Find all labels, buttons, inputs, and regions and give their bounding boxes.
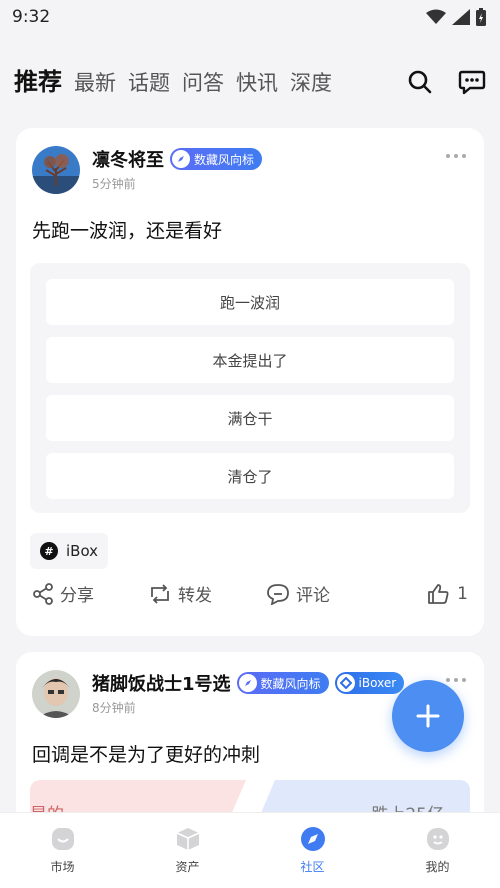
user-badge: 数藏风向标 bbox=[170, 148, 263, 170]
user-name[interactable]: 凛冬将至 bbox=[92, 146, 164, 172]
post-card[interactable]: 凛冬将至 数藏风向标 5分钟前 先跑一波润，还是看好 跑一波润 本金提出了 满仓… bbox=[16, 128, 484, 636]
compass-icon bbox=[238, 674, 257, 692]
compass-icon bbox=[300, 827, 325, 851]
avatar[interactable] bbox=[32, 670, 80, 718]
badge-label: 数藏风向标 bbox=[194, 152, 255, 167]
poll-option[interactable]: 满仓干 bbox=[46, 395, 454, 441]
compass-icon bbox=[172, 150, 190, 168]
ibox-logo-icon bbox=[336, 674, 355, 692]
repost-label: 转发 bbox=[178, 586, 212, 606]
avatar[interactable] bbox=[32, 146, 80, 194]
hashtag-icon: # bbox=[40, 542, 58, 560]
tab-recommend[interactable]: 推荐 bbox=[14, 70, 62, 94]
tab-topics[interactable]: 话题 bbox=[128, 73, 170, 94]
poll-option[interactable]: 清仓了 bbox=[46, 453, 454, 499]
post-header: 凛冬将至 数藏风向标 5分钟前 bbox=[16, 128, 484, 194]
share-label: 分享 bbox=[60, 586, 94, 606]
repost-icon bbox=[151, 583, 169, 604]
nav-community[interactable]: 社区 bbox=[250, 813, 375, 888]
tab-flash[interactable]: 快讯 bbox=[236, 73, 278, 94]
share-icon bbox=[33, 582, 53, 605]
comment-label: 评论 bbox=[296, 586, 330, 606]
more-icon[interactable] bbox=[446, 154, 466, 158]
messages-button[interactable] bbox=[458, 68, 486, 96]
share-button[interactable]: 分享 bbox=[32, 581, 94, 606]
user-meta: 猪脚饭战士1号选 数藏风向标 iBoxer 8分钟前 bbox=[92, 670, 405, 716]
battery-icon bbox=[476, 8, 486, 26]
post-time: 5分钟前 bbox=[92, 177, 136, 191]
status-time: 9:32 bbox=[12, 7, 51, 27]
search-button[interactable] bbox=[406, 68, 434, 96]
tab-qa[interactable]: 问答 bbox=[182, 73, 224, 94]
tab-depth[interactable]: 深度 bbox=[290, 73, 332, 94]
more-icon[interactable] bbox=[446, 678, 466, 682]
comment-icon bbox=[267, 583, 289, 605]
user-name[interactable]: 猪脚饭战士1号选 bbox=[92, 670, 231, 696]
nav-assets[interactable]: 资产 bbox=[125, 813, 250, 888]
search-icon bbox=[408, 70, 432, 94]
topic-tag[interactable]: # iBox bbox=[30, 533, 109, 569]
feed-tabs: 推荐 最新 话题 问答 快讯 深度 bbox=[14, 70, 406, 94]
nav-actions bbox=[406, 68, 486, 96]
like-count: 1 bbox=[457, 583, 468, 604]
status-icons bbox=[426, 8, 486, 26]
chat-bubble-icon bbox=[458, 70, 486, 95]
wifi-icon bbox=[426, 9, 446, 24]
profile-face-icon bbox=[426, 828, 449, 850]
top-nav: 推荐 最新 话题 问答 快讯 深度 bbox=[0, 34, 500, 130]
tab-latest[interactable]: 最新 bbox=[74, 73, 116, 94]
poll-option[interactable]: 本金提出了 bbox=[46, 337, 454, 383]
nav-label: 社区 bbox=[300, 860, 325, 874]
market-icon bbox=[51, 828, 74, 850]
post-text: 先跑一波润，还是看好 bbox=[32, 220, 223, 242]
like-button[interactable]: 1 bbox=[427, 583, 468, 605]
topic-tag-label: iBox bbox=[66, 542, 99, 560]
nav-market[interactable]: 市场 bbox=[0, 813, 125, 888]
user-meta: 凛冬将至 数藏风向标 5分钟前 bbox=[92, 146, 263, 192]
name-row: 猪脚饭战士1号选 数藏风向标 iBoxer bbox=[92, 670, 405, 696]
plus-icon bbox=[416, 704, 440, 728]
poll-option[interactable]: 跑一波润 bbox=[46, 279, 454, 325]
comment-button[interactable]: 评论 bbox=[266, 581, 330, 606]
signal-icon bbox=[452, 9, 470, 25]
bottom-nav: 市场 资产 社区 我的 bbox=[0, 812, 500, 888]
iboxer-label: iBoxer bbox=[358, 676, 397, 690]
nav-label: 市场 bbox=[50, 860, 75, 874]
post-time: 8分钟前 bbox=[92, 701, 136, 715]
name-row: 凛冬将至 数藏风向标 bbox=[92, 146, 263, 172]
thumbs-up-icon bbox=[428, 583, 449, 604]
post-actions: 分享 转发 评论 1 bbox=[16, 569, 484, 606]
repost-button[interactable]: 转发 bbox=[148, 581, 212, 606]
nav-label: 资产 bbox=[175, 860, 200, 874]
user-badge: 数藏风向标 bbox=[236, 672, 329, 694]
badge-label: 数藏风向标 bbox=[260, 676, 321, 691]
nav-profile[interactable]: 我的 bbox=[375, 813, 500, 888]
nav-label: 我的 bbox=[425, 860, 450, 874]
box-icon bbox=[176, 828, 199, 850]
poll: 跑一波润 本金提出了 满仓干 清仓了 bbox=[30, 263, 470, 513]
status-bar: 9:32 bbox=[0, 0, 500, 34]
create-post-button[interactable] bbox=[392, 680, 464, 752]
iboxer-badge: iBoxer bbox=[334, 672, 405, 694]
